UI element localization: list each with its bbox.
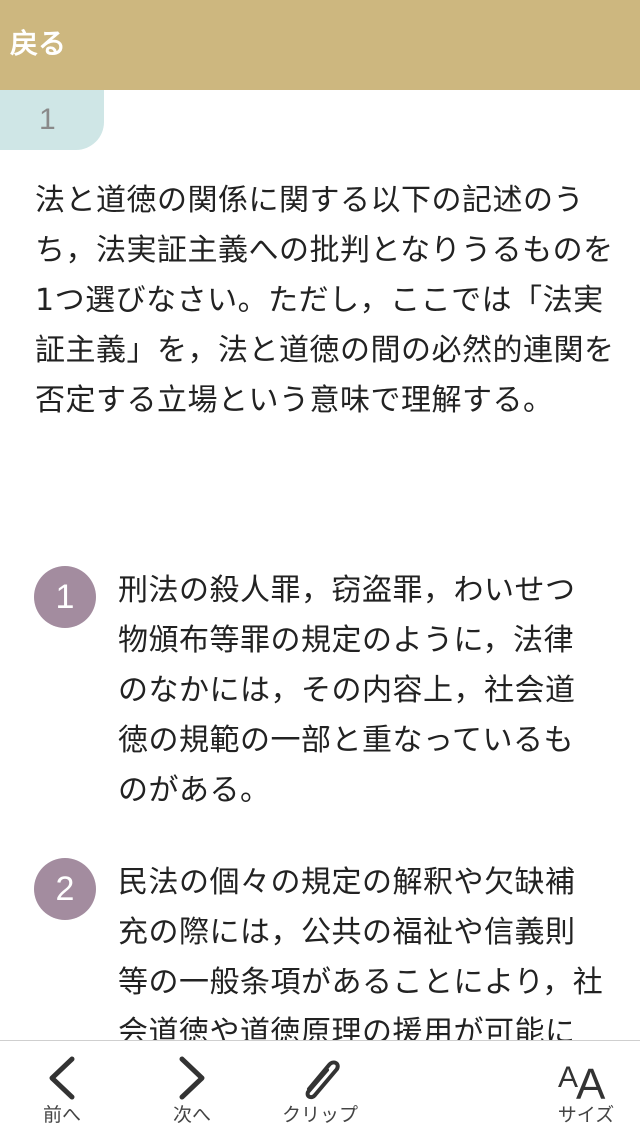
choice-number-badge[interactable]: 1	[34, 566, 96, 628]
clip-button[interactable]: クリップ	[270, 1041, 370, 1136]
bottom-toolbar: 前へ 次へ クリップ A A サイズ	[0, 1040, 640, 1136]
question-number: 1	[39, 103, 56, 136]
chevron-right-icon	[179, 1056, 205, 1100]
paperclip-icon	[305, 1060, 340, 1100]
back-button[interactable]: 戻る	[10, 24, 66, 64]
font-size-button[interactable]: A A サイズ	[544, 1041, 628, 1136]
size-label: サイズ	[557, 1104, 615, 1126]
font-size-icon: A A	[558, 1060, 606, 1105]
chevron-left-icon	[49, 1056, 75, 1100]
question-text: 法と道徳の関係に関する以下の記述のうち，法実証主義への批判となりうるものを1つ選…	[35, 183, 615, 418]
next-label: 次へ	[172, 1104, 211, 1126]
svg-text:A: A	[558, 1061, 578, 1094]
prev-button[interactable]: 前へ	[20, 1041, 104, 1136]
app-screen: 戻る 1 法と道徳の関係に関する以下の記述のうち，法実証主義への批判となりうるも…	[0, 0, 640, 1136]
question-number-tab: 1	[0, 90, 104, 150]
svg-text:A: A	[576, 1060, 606, 1105]
question-content[interactable]: 法と道徳の関係に関する以下の記述のうち，法実証主義への批判となりうるものを1つ選…	[0, 150, 640, 1040]
choice-number-badge[interactable]: 2	[34, 858, 96, 920]
header-bar: 戻る	[0, 0, 640, 90]
choice-text: 刑法の殺人罪，窃盗罪，わいせつ物頒布等罪の規定のように，法律のなかには，その内容…	[118, 573, 576, 808]
clip-label: クリップ	[281, 1104, 358, 1126]
next-button[interactable]: 次へ	[150, 1041, 234, 1136]
prev-label: 前へ	[42, 1104, 81, 1126]
choice-text: 民法の個々の規定の解釈や欠缺補充の際には，公共の福祉や信義則等の一般条項があるこ…	[118, 865, 604, 1040]
